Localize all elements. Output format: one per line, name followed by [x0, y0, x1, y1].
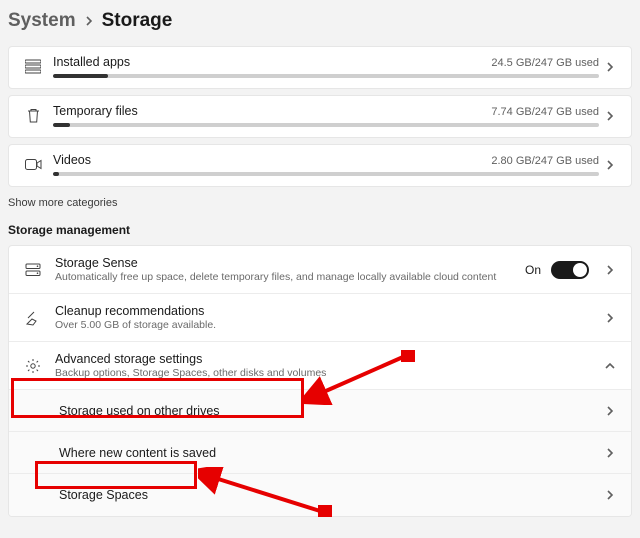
- breadcrumb: System Storage: [0, 0, 640, 46]
- usage-meta: 24.5 GB/247 GB used: [491, 57, 599, 69]
- usage-card-videos[interactable]: Videos 2.80 GB/247 GB used: [8, 144, 632, 187]
- item-label: Storage used on other drives: [59, 404, 599, 418]
- chevron-right-icon: [599, 489, 621, 501]
- chevron-right-icon: [599, 61, 621, 73]
- subitem-where-new-content-saved[interactable]: Where new content is saved: [9, 432, 631, 474]
- chevron-right-icon: [599, 264, 621, 276]
- gear-icon: [19, 358, 47, 374]
- item-label: Cleanup recommendations: [55, 304, 599, 318]
- toggle-state-label: On: [525, 263, 541, 277]
- advanced-sublist: Storage used on other drives Where new c…: [9, 390, 631, 516]
- usage-card-temporary-files[interactable]: Temporary files 7.74 GB/247 GB used: [8, 95, 632, 138]
- item-label: Storage Sense: [55, 256, 525, 270]
- item-advanced-storage-settings[interactable]: Advanced storage settings Backup options…: [9, 342, 631, 390]
- item-label: Storage Spaces: [59, 488, 599, 502]
- broom-icon: [19, 310, 47, 326]
- usage-bar: [53, 123, 599, 127]
- usage-bar: [53, 172, 599, 176]
- show-more-categories-link[interactable]: Show more categories: [0, 193, 640, 223]
- usage-cards: Installed apps 24.5 GB/247 GB used Tempo…: [0, 46, 640, 187]
- usage-card-installed-apps[interactable]: Installed apps 24.5 GB/247 GB used: [8, 46, 632, 89]
- item-sub: Backup options, Storage Spaces, other di…: [55, 367, 599, 379]
- chevron-right-icon: [84, 16, 94, 26]
- breadcrumb-parent[interactable]: System: [8, 10, 76, 32]
- item-sub: Over 5.00 GB of storage available.: [55, 319, 599, 331]
- apps-icon: [19, 59, 47, 75]
- subitem-storage-other-drives[interactable]: Storage used on other drives: [9, 390, 631, 432]
- section-heading-storage-management: Storage management: [0, 223, 640, 245]
- usage-label: Installed apps: [53, 55, 130, 69]
- usage-label: Videos: [53, 153, 91, 167]
- usage-meta: 2.80 GB/247 GB used: [491, 155, 599, 167]
- chevron-right-icon: [599, 110, 621, 122]
- trash-icon: [19, 108, 47, 124]
- chevron-up-icon: [599, 361, 621, 371]
- subitem-storage-spaces[interactable]: Storage Spaces: [9, 474, 631, 516]
- item-label: Advanced storage settings: [55, 352, 599, 366]
- storage-management-list: Storage Sense Automatically free up spac…: [8, 245, 632, 517]
- item-cleanup-recommendations[interactable]: Cleanup recommendations Over 5.00 GB of …: [9, 294, 631, 342]
- video-icon: [19, 158, 47, 171]
- item-label: Where new content is saved: [59, 446, 599, 460]
- item-storage-sense[interactable]: Storage Sense Automatically free up spac…: [9, 246, 631, 294]
- page-title: Storage: [102, 10, 173, 32]
- usage-bar: [53, 74, 599, 78]
- storage-sense-toggle[interactable]: [551, 261, 589, 279]
- item-sub: Automatically free up space, delete temp…: [55, 271, 525, 283]
- chevron-right-icon: [599, 312, 621, 324]
- chevron-right-icon: [599, 159, 621, 171]
- usage-label: Temporary files: [53, 104, 138, 118]
- chevron-right-icon: [599, 405, 621, 417]
- chevron-right-icon: [599, 447, 621, 459]
- usage-meta: 7.74 GB/247 GB used: [491, 106, 599, 118]
- drive-icon: [19, 262, 47, 278]
